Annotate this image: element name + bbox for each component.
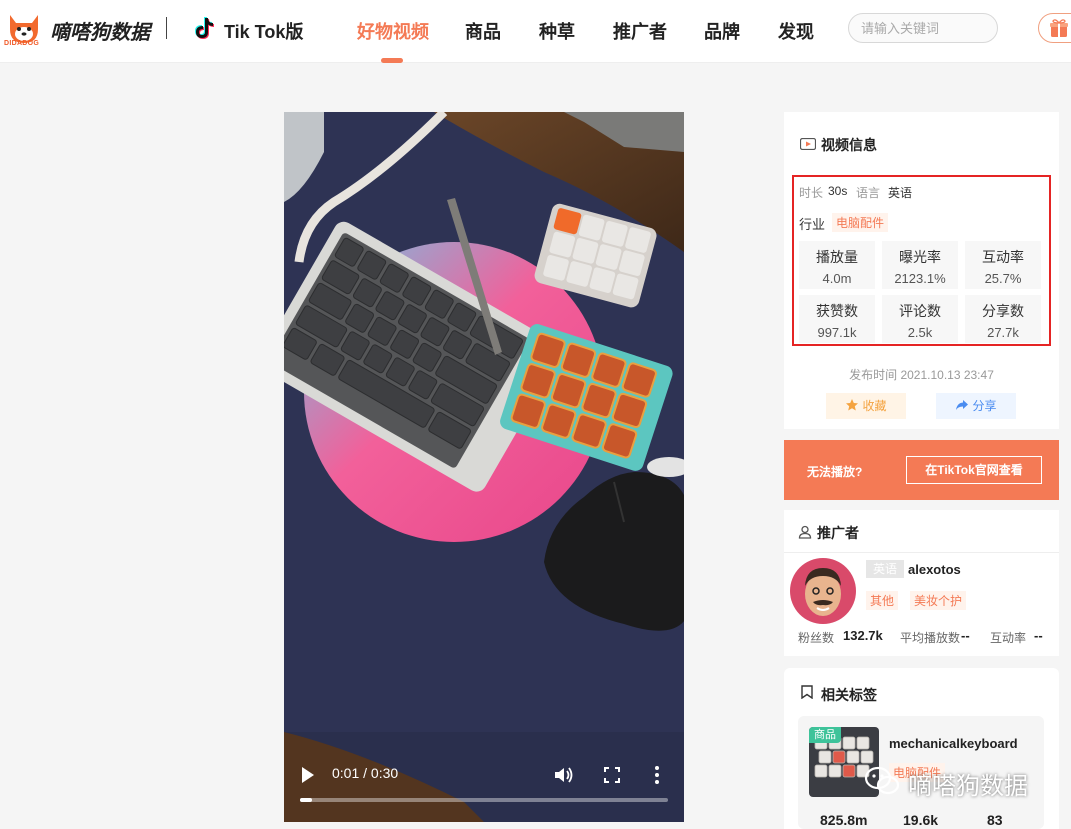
stat-label: 获赞数: [816, 303, 858, 319]
stat-interaction: 互动率 25.7%: [965, 241, 1041, 289]
stat-exposure: 曝光率 2123.1%: [882, 241, 958, 289]
nav-promoters[interactable]: 推广者: [613, 18, 667, 44]
fans-label: 粉丝数: [798, 631, 835, 645]
promoter-tag-other: 其他: [866, 591, 899, 610]
language-label: 语言: [856, 186, 881, 200]
share-label: 分享: [972, 399, 997, 413]
nav-seeding[interactable]: 种草: [539, 18, 575, 44]
nav-good-videos[interactable]: 好物视频: [357, 18, 429, 44]
stat-label: 分享数: [982, 303, 1024, 319]
stat-value: 2.5k: [907, 325, 933, 340]
industry-label: 行业: [799, 217, 826, 232]
more-options-icon[interactable]: [654, 765, 660, 785]
share-icon: [956, 400, 969, 410]
interaction-label: 互动率: [990, 631, 1027, 645]
user-icon: [798, 525, 812, 539]
duration-value: 30s: [828, 184, 848, 198]
divider: [784, 552, 1059, 553]
publish-time: 发布时间 2021.10.13 23:47: [849, 368, 994, 382]
video-info-title: 视频信息: [821, 137, 877, 153]
nav-discover[interactable]: 发现: [778, 18, 814, 44]
video-frame-image: [284, 112, 684, 822]
stat-value: 27.7k: [987, 325, 1019, 340]
promoter-name[interactable]: alexotos: [908, 562, 961, 577]
favorite-label: 收藏: [862, 399, 887, 413]
stat-value: 4.0m: [822, 271, 852, 286]
star-icon: [846, 399, 859, 411]
tiktok-icon: [195, 17, 214, 39]
video-info-icon: [800, 138, 816, 150]
stat-views: 播放量 4.0m: [799, 241, 875, 289]
cant-play-label: 无法播放?: [807, 465, 863, 479]
bookmark-icon: [801, 685, 813, 699]
stat-comments: 评论数 2.5k: [882, 295, 958, 343]
top-header: DIDADOG 嘀嗒狗数据 Tik Tok版 好物视频 商品 种草 推广者 品牌…: [0, 0, 1071, 63]
language-value: 英语: [888, 186, 913, 200]
duration-label: 时长: [799, 186, 824, 200]
tag-stat-1: 825.8m: [820, 812, 868, 828]
stat-value: 997.1k: [817, 325, 857, 340]
tag-stat-2: 19.6k: [903, 812, 939, 828]
header-divider: [166, 17, 167, 39]
promoter-title: 推广者: [817, 525, 859, 541]
industry-tag[interactable]: 电脑配件: [832, 213, 889, 232]
video-progress-bar[interactable]: [300, 798, 668, 802]
stat-value: 25.7%: [984, 271, 1022, 286]
nav-products[interactable]: 商品: [465, 18, 501, 44]
stat-label: 互动率: [982, 249, 1024, 265]
tag-stat-3: 83: [987, 812, 1003, 828]
stat-label: 曝光率: [899, 249, 941, 265]
related-tags-title: 相关标签: [821, 687, 877, 703]
video-progress-fill: [300, 798, 313, 802]
stat-label: 播放量: [816, 249, 858, 265]
logo-subtext: DIDADOG: [4, 40, 40, 47]
nav-active-indicator: [381, 58, 403, 63]
search-input[interactable]: [848, 13, 998, 43]
avg-play-label: 平均播放数: [900, 631, 961, 645]
video-controls: 0:01 / 0:30: [284, 760, 684, 790]
stat-shares: 分享数 27.7k: [965, 295, 1041, 343]
avg-play-value: --: [961, 628, 970, 643]
watermark: 嘀嗒狗数据: [860, 762, 1050, 802]
gift-button[interactable]: [1038, 13, 1071, 43]
product-badge: 商品: [809, 727, 841, 743]
nav-brands[interactable]: 品牌: [704, 18, 740, 44]
volume-icon[interactable]: [554, 766, 574, 784]
share-button[interactable]: 分享: [936, 393, 1016, 419]
promoter-tag-beauty: 美妆个护: [910, 591, 967, 610]
promoter-panel: 推广者 英语 alexotos 其他 美妆个护 粉丝数 132.7k 平均播放数…: [784, 510, 1059, 656]
play-icon[interactable]: [300, 766, 316, 784]
interaction-value: --: [1034, 628, 1043, 643]
fullscreen-icon[interactable]: [604, 767, 620, 783]
tag-name[interactable]: mechanicalkeyboard: [889, 736, 1018, 751]
gift-icon: [1050, 19, 1068, 37]
video-player[interactable]: 0:01 / 0:30: [284, 112, 684, 822]
cant-play-banner: 无法播放? 在TikTok官网查看: [784, 440, 1059, 500]
wechat-icon: [864, 766, 900, 795]
watermark-text: 嘀嗒狗数据: [908, 773, 1028, 800]
stat-likes: 获赞数 997.1k: [799, 295, 875, 343]
stat-label: 评论数: [899, 303, 941, 319]
brand-name[interactable]: 嘀嗒狗数据: [50, 16, 150, 45]
view-on-tiktok-button[interactable]: 在TikTok官网查看: [906, 456, 1042, 484]
fans-value: 132.7k: [843, 628, 883, 643]
video-time: 0:01 / 0:30: [332, 765, 399, 781]
avatar[interactable]: [790, 558, 856, 624]
stat-value: 2123.1%: [894, 271, 946, 286]
favorite-button[interactable]: 收藏: [826, 393, 906, 419]
related-tags-panel: 相关标签 商品 mechanicalkeyboard 电脑配件 825.8m 1…: [784, 668, 1059, 829]
promoter-language-badge: 英语: [866, 560, 904, 578]
platform-label[interactable]: Tik Tok版: [224, 18, 303, 44]
